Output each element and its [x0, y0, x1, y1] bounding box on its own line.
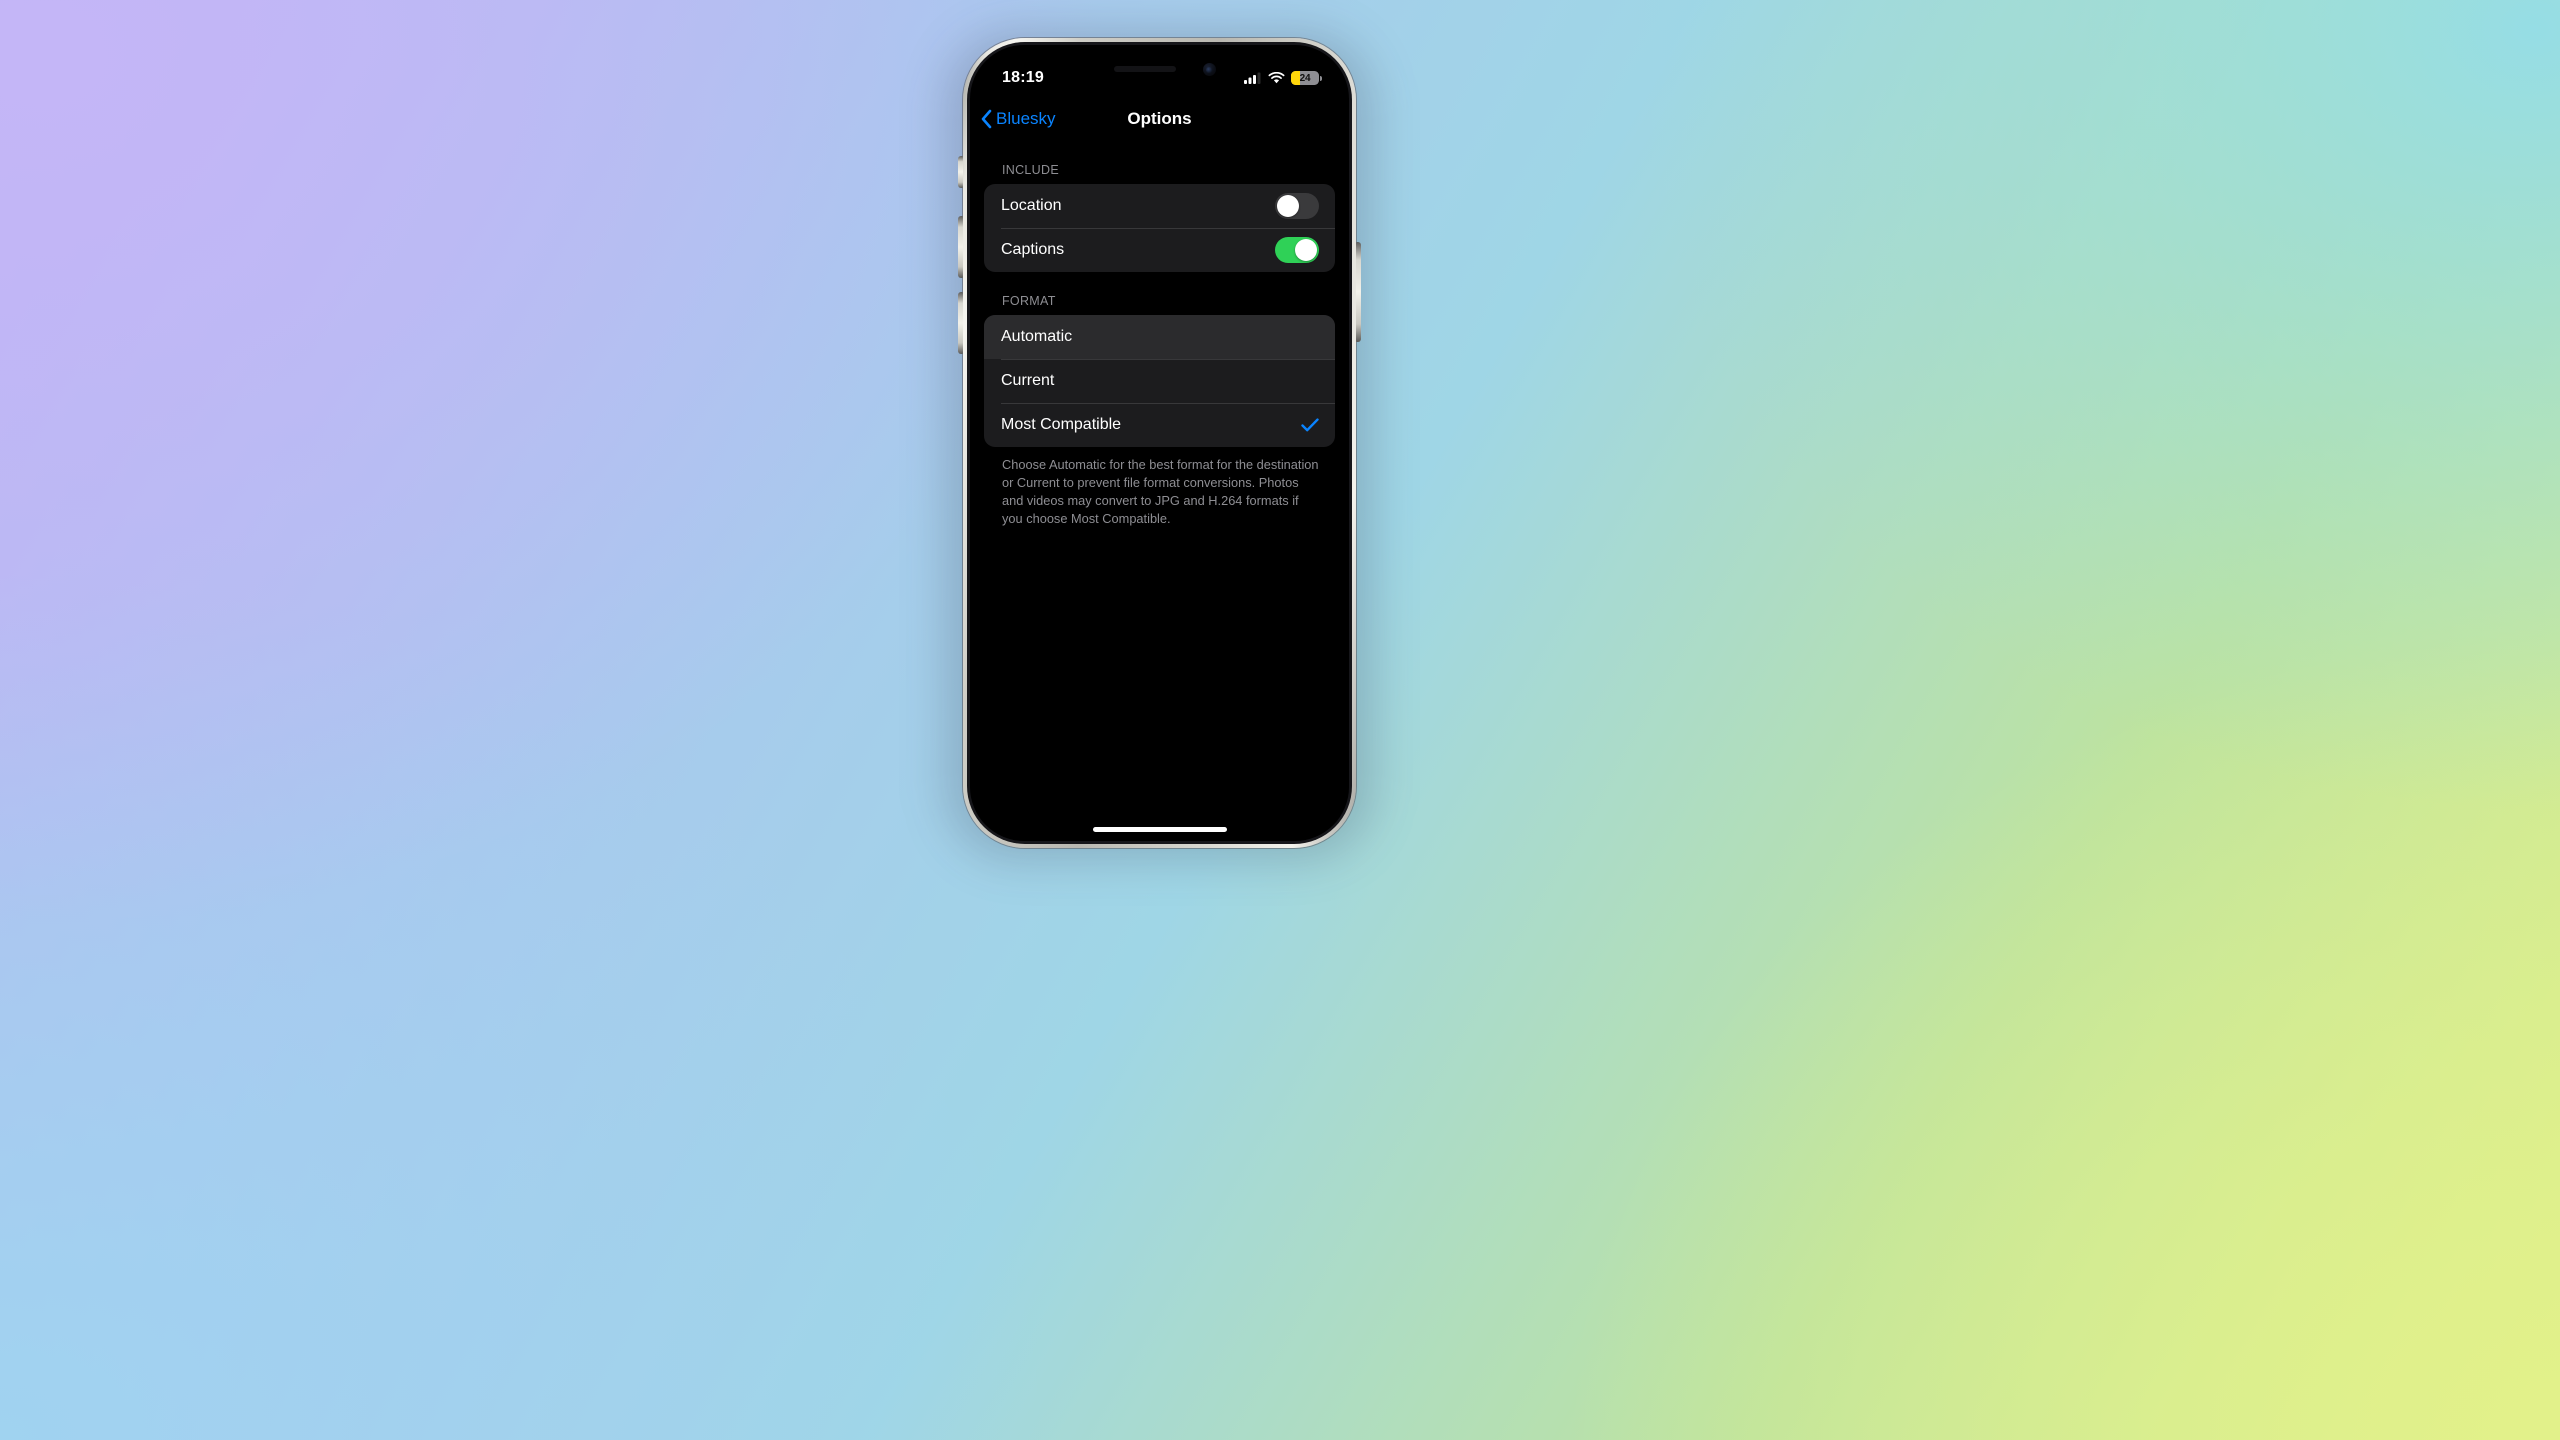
home-indicator[interactable]: [1092, 827, 1227, 832]
battery-percentage-label: 24: [1299, 72, 1311, 84]
iphone-device: 18:19 24 Bluesky Options INCLUDE Locatio…: [945, 32, 1374, 860]
volume-up-button[interactable]: [958, 216, 963, 278]
captions-toggle[interactable]: [1275, 237, 1319, 263]
format-section-header: FORMAT: [1002, 294, 1056, 308]
battery-cap-icon: [1320, 75, 1322, 81]
row-captions[interactable]: Captions: [984, 228, 1335, 272]
include-section-header: INCLUDE: [1002, 163, 1059, 177]
phone-screen: 18:19 24 Bluesky Options INCLUDE Locatio…: [970, 45, 1349, 841]
row-location[interactable]: Location: [984, 184, 1335, 228]
front-camera-icon: [1202, 63, 1216, 76]
page-title: Options: [1127, 109, 1192, 128]
power-side-button[interactable]: [1356, 242, 1361, 342]
status-bar-indicators: 24: [1244, 71, 1322, 85]
format-footer-description: Choose Automatic for the best format for…: [1002, 457, 1319, 527]
format-card: Automatic Current Most Compatible: [984, 315, 1335, 447]
row-location-label: Location: [1001, 197, 1062, 214]
navigation-bar: Bluesky Options: [970, 97, 1349, 141]
mute-switch-button[interactable]: [958, 156, 963, 188]
notch: [1083, 54, 1236, 84]
battery-fill-low-power: [1291, 71, 1300, 85]
row-captions-label: Captions: [1001, 241, 1065, 258]
cellular-signal-icon: [1244, 72, 1261, 84]
checkmark-icon: [1301, 418, 1319, 432]
wifi-icon: [1268, 72, 1285, 84]
settings-content: INCLUDE Location Captions FORMAT Automat…: [970, 141, 1349, 841]
volume-down-button[interactable]: [958, 292, 963, 354]
battery-icon: 24: [1291, 71, 1322, 85]
toggle-knob: [1277, 195, 1299, 217]
toggle-knob: [1295, 239, 1317, 261]
status-bar-clock: 18:19: [1002, 69, 1044, 86]
earpiece-speaker-icon: [1113, 66, 1176, 72]
location-toggle[interactable]: [1275, 193, 1319, 219]
row-format-current[interactable]: Current: [984, 359, 1335, 403]
row-format-current-label: Current: [1001, 372, 1055, 389]
row-format-most-compatible-label: Most Compatible: [1001, 416, 1122, 433]
include-card: Location Captions: [984, 184, 1335, 272]
row-format-automatic-label: Automatic: [1001, 328, 1073, 345]
row-format-most-compatible[interactable]: Most Compatible: [984, 403, 1335, 447]
row-format-automatic[interactable]: Automatic: [984, 315, 1335, 359]
